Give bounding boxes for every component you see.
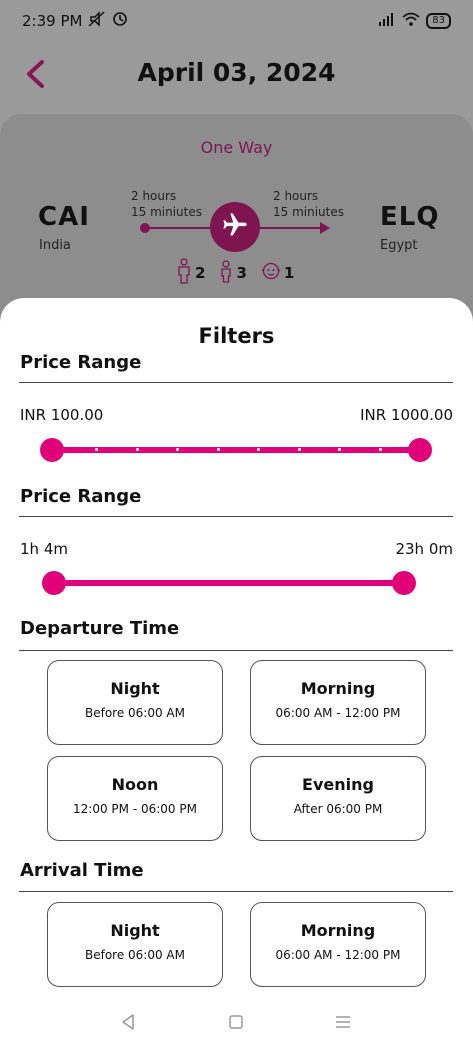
slot-name: Night (110, 679, 160, 698)
destination-code: ELQ (380, 202, 440, 232)
slider-step-dot (176, 448, 179, 451)
alarm-icon (112, 11, 128, 31)
nav-back-button[interactable] (114, 1010, 142, 1038)
arrival-night-option[interactable]: Night Before 06:00 AM (47, 902, 223, 987)
price-range-divider (19, 382, 453, 383)
duration-slider-min-handle[interactable] (42, 571, 66, 595)
infant-count: 1 (261, 261, 294, 285)
nav-home-button[interactable] (222, 1010, 250, 1038)
duration-range-title: Price Range (20, 486, 142, 507)
duration-right: 2 hours 15 miniutes (273, 188, 344, 220)
battery-icon: 83 (426, 13, 451, 29)
arrival-morning-option[interactable]: Morning 06:00 AM - 12:00 PM (250, 902, 426, 987)
passenger-counts: 2 3 1 (176, 258, 302, 288)
duration-min-label: 1h 4m (20, 540, 68, 558)
slot-range: Before 06:00 AM (84, 706, 185, 720)
departure-evening-option[interactable]: Evening After 06:00 PM (250, 756, 426, 841)
departure-divider (19, 650, 453, 651)
home-square-icon (228, 1014, 244, 1034)
back-triangle-icon (119, 1013, 137, 1035)
origin-country: India (39, 238, 71, 253)
duration-max-label: 23h 0m (395, 540, 453, 558)
app-header: April 03, 2024 (0, 42, 473, 112)
arrival-divider (19, 891, 453, 892)
page-title: April 03, 2024 (137, 58, 336, 87)
duration-slider-max-handle[interactable] (392, 571, 416, 595)
departure-morning-option[interactable]: Morning 06:00 AM - 12:00 PM (250, 660, 426, 745)
slot-name: Morning (300, 679, 376, 698)
menu-lines-icon (334, 1014, 352, 1034)
filters-title: Filters (198, 324, 275, 348)
slider-step-dot (338, 448, 341, 451)
slot-range: 12:00 PM - 06:00 PM (73, 802, 197, 816)
signal-icon (378, 12, 396, 30)
slider-step-dot (378, 448, 382, 451)
nav-menu-button[interactable] (329, 1010, 357, 1038)
slot-range: Before 06:00 AM (84, 948, 185, 962)
trip-type-label: One Way (200, 138, 273, 157)
route-line-right (258, 227, 322, 229)
price-range-title: Price Range (20, 352, 142, 373)
route-arrow-icon (320, 222, 330, 234)
duration-right-line1: 2 hours (273, 189, 319, 203)
duration-left-line2: 15 miniutes (131, 205, 202, 219)
origin-code: CAI (38, 202, 90, 232)
child-count: 3 (219, 259, 247, 287)
price-slider-min-handle[interactable] (40, 438, 64, 462)
slot-name: Morning (300, 921, 376, 940)
system-nav-bar (0, 998, 473, 1050)
airplane-icon (221, 211, 249, 243)
slider-step-dot (297, 448, 301, 451)
price-min-label: INR 100.00 (20, 406, 104, 424)
slider-step-dot (257, 448, 260, 451)
child-count-value: 3 (236, 264, 247, 282)
duration-left-line1: 2 hours (131, 189, 177, 203)
adult-count-value: 2 (195, 264, 206, 282)
plane-badge (210, 202, 260, 252)
filters-sheet: Filters Price Range INR 100.00 INR 1000.… (0, 298, 473, 1050)
infant-count-value: 1 (283, 264, 295, 282)
slot-name: Evening (302, 775, 374, 794)
duration-left: 2 hours 15 miniutes (131, 188, 202, 220)
adult-count: 2 (176, 258, 205, 288)
destination-country: Egypt (380, 238, 418, 253)
departure-noon-option[interactable]: Noon 12:00 PM - 06:00 PM (47, 756, 223, 841)
slider-step-dot (216, 448, 220, 451)
price-slider-track[interactable] (52, 447, 420, 453)
departure-night-option[interactable]: Night Before 06:00 AM (47, 660, 223, 745)
duration-range-divider (19, 516, 453, 517)
slot-name: Night (110, 921, 160, 940)
duration-slider-track[interactable] (54, 580, 404, 586)
duration-right-line2: 15 miniutes (273, 205, 344, 219)
slot-range: 06:00 AM - 12:00 PM (275, 948, 401, 962)
slot-range: 06:00 AM - 12:00 PM (275, 706, 401, 720)
status-bar: 2:39 PM 83 (0, 0, 473, 42)
slider-step-dot (135, 448, 139, 451)
mute-icon (88, 11, 106, 31)
adult-icon (176, 258, 192, 288)
child-icon (219, 259, 233, 287)
price-slider-max-handle[interactable] (408, 438, 432, 462)
arrival-time-title: Arrival Time (20, 860, 144, 881)
infant-icon (261, 261, 281, 285)
departure-time-title: Departure Time (20, 618, 180, 639)
slider-step-dot (95, 448, 98, 451)
slot-range: After 06:00 PM (293, 802, 383, 816)
route-line-left (145, 227, 215, 229)
status-time: 2:39 PM (22, 12, 83, 30)
price-max-label: INR 1000.00 (360, 406, 453, 424)
wifi-icon (402, 12, 420, 30)
slot-name: Noon (111, 775, 159, 794)
